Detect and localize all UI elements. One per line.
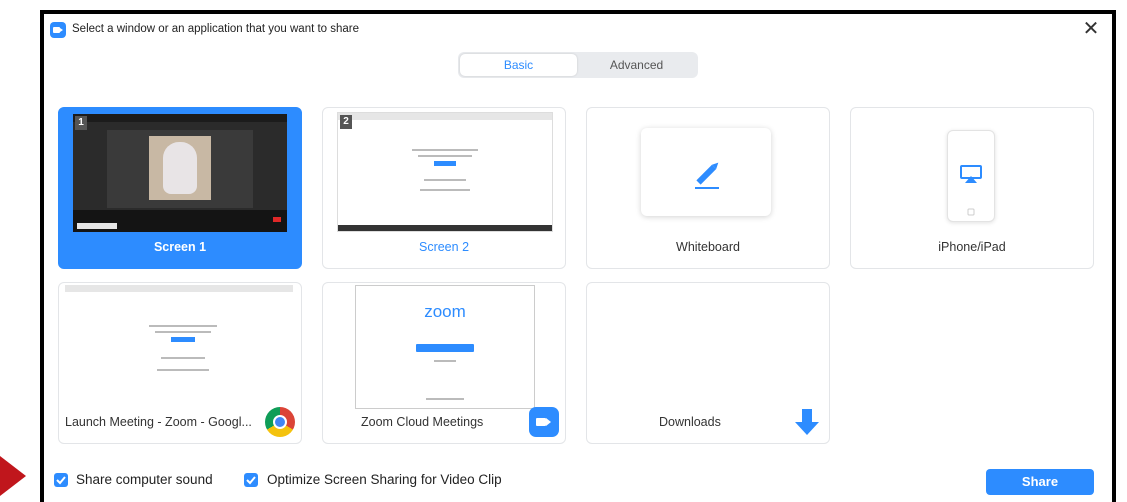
whiteboard-thumbnail [641, 128, 771, 216]
screen-1-thumbnail: 1 [73, 114, 287, 232]
source-label: Whiteboard [676, 240, 740, 254]
source-label: iPhone/iPad [938, 240, 1006, 254]
thumb-search [77, 223, 117, 229]
thumb-button [416, 344, 474, 352]
dialog-title: Select a window or an application that y… [72, 23, 360, 35]
thumb-line [157, 369, 209, 371]
checkmark-icon [56, 476, 66, 485]
thumb-browser-bar [338, 113, 552, 120]
share-sound-label[interactable]: Share computer sound [76, 472, 213, 487]
screen-2-thumbnail: 2 [337, 112, 553, 232]
zoom-window-thumbnail: zoom [355, 285, 535, 409]
thumb-video [149, 136, 211, 200]
thumb-browser-bar [65, 285, 293, 292]
optimize-video-checkbox[interactable] [244, 473, 258, 487]
iphone-ipad-thumbnail [947, 130, 995, 222]
close-button[interactable]: ✕ [1080, 18, 1102, 40]
share-sound-checkbox[interactable] [54, 473, 68, 487]
download-arrow-icon [795, 409, 819, 435]
thumb-line [161, 357, 205, 359]
source-label: Downloads [659, 415, 721, 429]
source-screen-2[interactable]: 2 Screen 2 [322, 107, 566, 269]
pencil-icon [695, 162, 719, 189]
checkmark-icon [246, 476, 256, 485]
thumb-button [434, 161, 456, 166]
screen-number-badge: 1 [75, 116, 87, 130]
source-whiteboard[interactable]: Whiteboard [586, 107, 830, 269]
source-label: Screen 2 [418, 240, 470, 254]
thumb-topbar [73, 114, 287, 122]
zoom-app-icon [529, 407, 559, 437]
source-downloads[interactable]: Downloads [586, 282, 830, 444]
screen-number-badge: 2 [340, 115, 352, 129]
airplay-icon [960, 165, 982, 216]
annotation-arrow [0, 456, 26, 496]
source-label: Screen 1 [153, 240, 207, 254]
tab-advanced[interactable]: Advanced [578, 54, 695, 76]
source-iphone-ipad[interactable]: iPhone/iPad [850, 107, 1094, 269]
footer: Share computer sound Optimize Screen Sha… [44, 460, 1112, 502]
thumb-face [163, 142, 197, 194]
thumb-line [434, 360, 456, 362]
source-screen-1[interactable]: 1 Screen 1 [58, 107, 302, 269]
share-button[interactable]: Share [986, 469, 1094, 495]
chrome-window-thumbnail [65, 285, 293, 403]
thumb-line [412, 149, 478, 151]
source-launch-meeting-chrome[interactable]: Launch Meeting - Zoom - Googl... [58, 282, 302, 444]
optimize-video-label[interactable]: Optimize Screen Sharing for Video Clip [267, 472, 502, 487]
source-label: Zoom Cloud Meetings [361, 415, 484, 429]
thumb-line [424, 179, 466, 181]
thumb-line [420, 189, 470, 191]
source-zoom-cloud-meetings[interactable]: zoom Zoom Cloud Meetings [322, 282, 566, 444]
thumb-taskbar [338, 225, 552, 231]
thumb-line [155, 331, 211, 333]
thumb-end-button [273, 217, 281, 222]
title-bar: Select a window or an application that y… [44, 14, 1112, 46]
tab-bar: Basic Advanced [458, 52, 698, 78]
source-label: Launch Meeting - Zoom - Googl... [65, 415, 252, 429]
thumb-line [149, 325, 217, 327]
share-screen-dialog: Select a window or an application that y… [44, 14, 1112, 502]
thumb-line [418, 155, 472, 157]
tab-basic[interactable]: Basic [460, 54, 577, 76]
chrome-icon [265, 407, 295, 437]
thumb-line [426, 398, 464, 400]
thumb-button [171, 337, 195, 342]
zoom-logo-icon [50, 22, 66, 38]
zoom-wordmark: zoom [424, 302, 466, 321]
